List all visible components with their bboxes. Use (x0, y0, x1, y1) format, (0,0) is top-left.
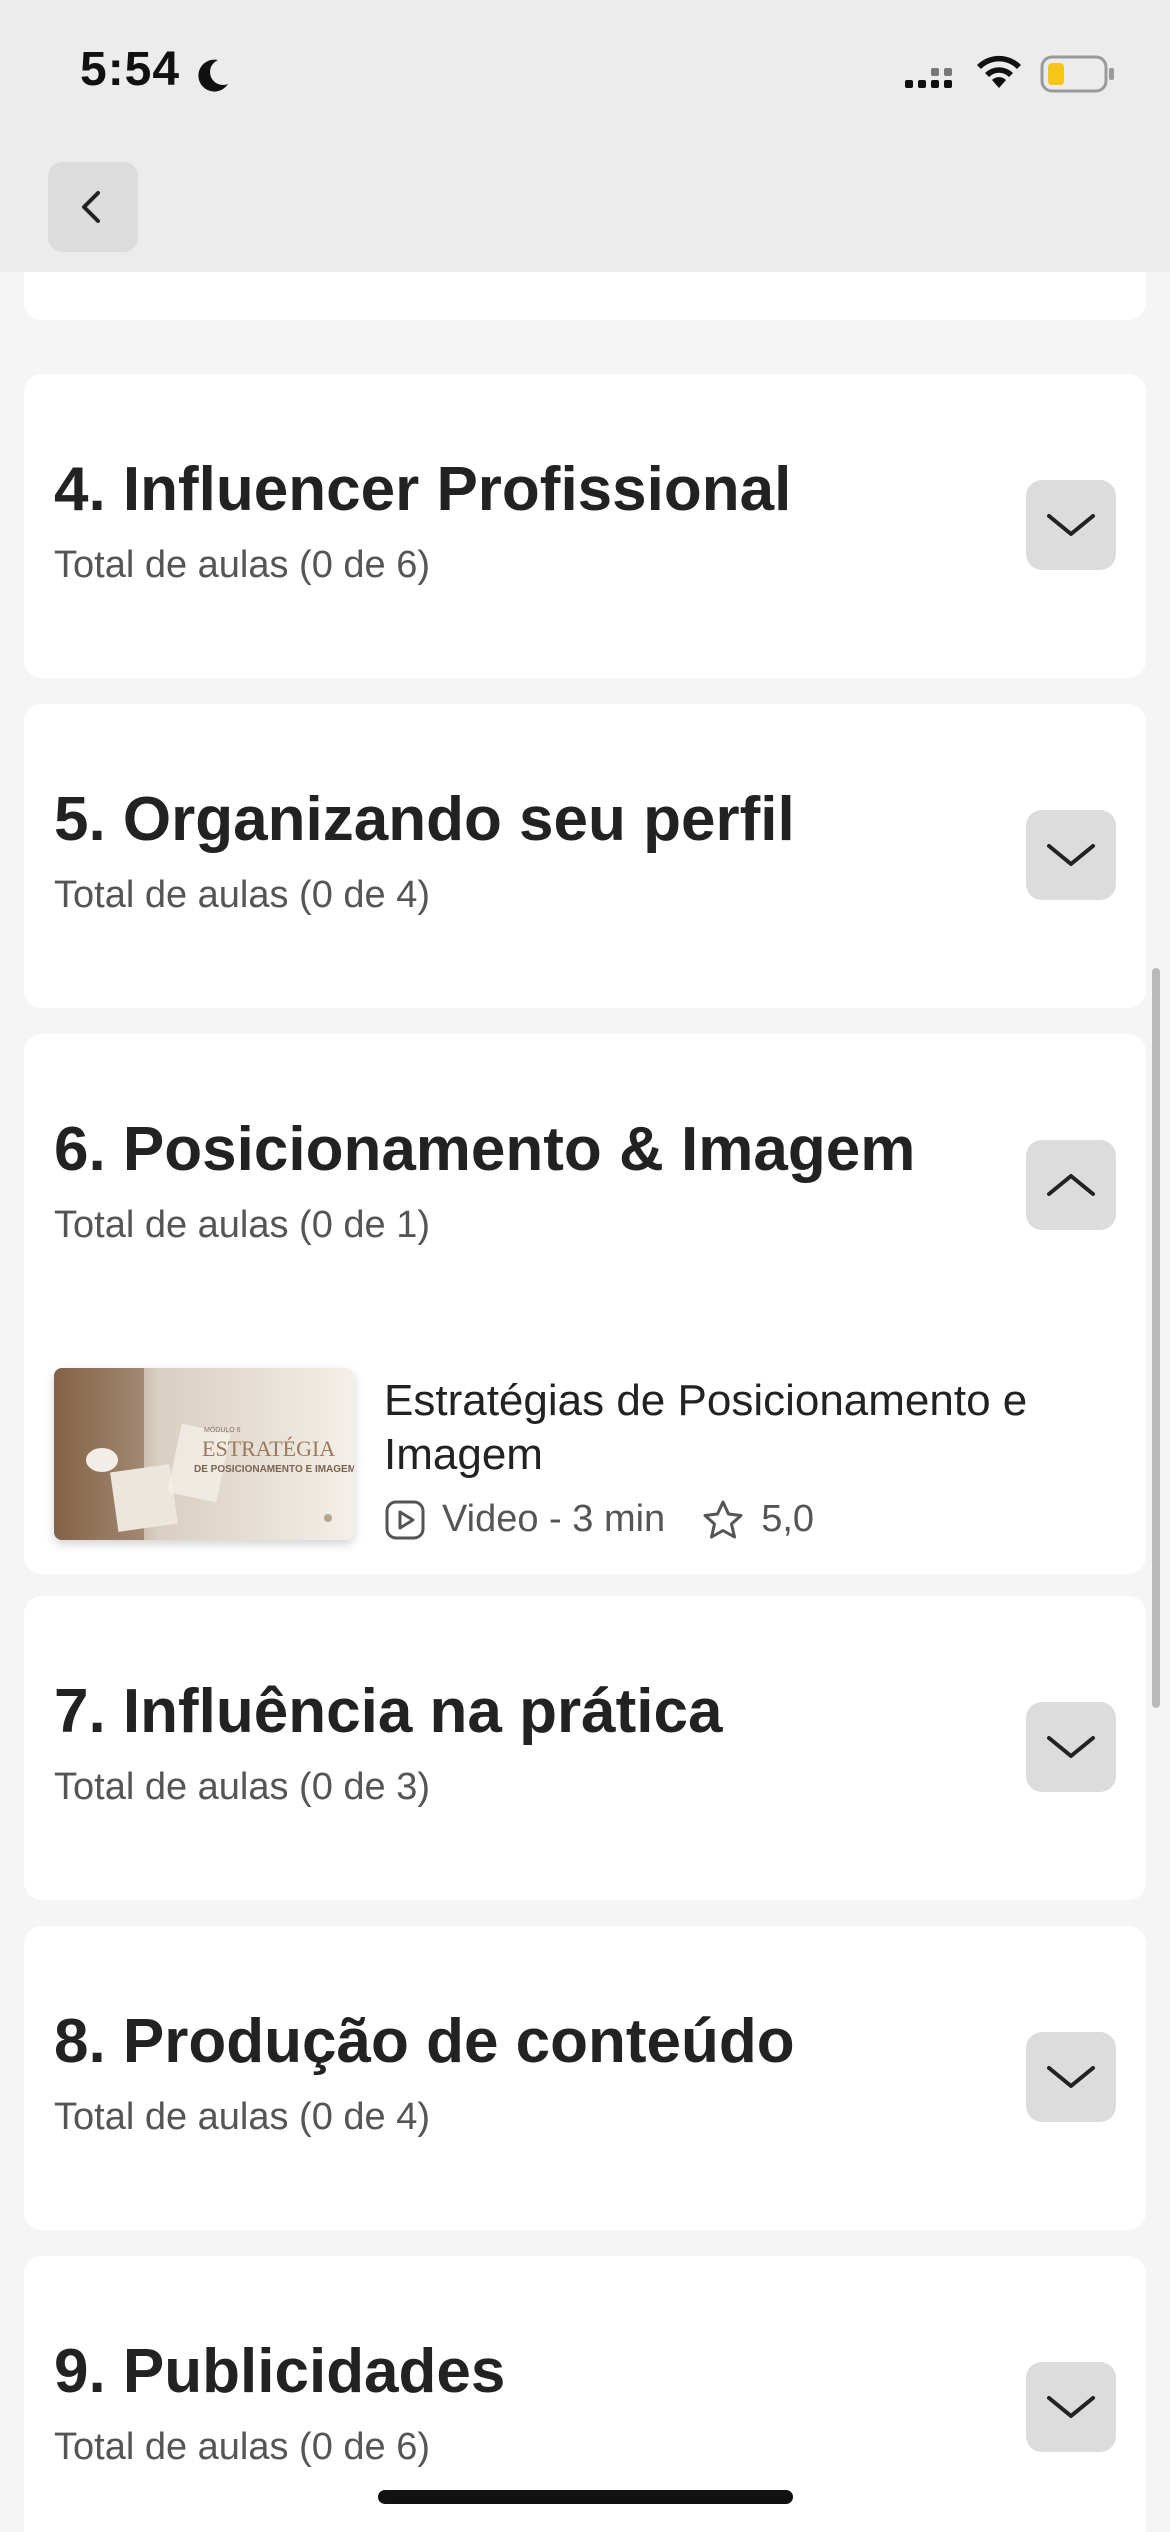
cellular-signal-icon (905, 68, 952, 88)
top-nav-bar (0, 150, 1170, 272)
status-bar: 5:54 (0, 0, 1170, 150)
thumbnail-subline: DE POSICIONAMENTO E IMAGEM (194, 1464, 354, 1475)
module-lesson-count: Total de aulas (0 de 3) (54, 1766, 431, 1808)
lesson-title: Estratégias de Posicionamento e Imagem (384, 1376, 1028, 1479)
module-lesson-count: Total de aulas (0 de 6) (54, 544, 431, 586)
expand-button[interactable] (1026, 480, 1116, 570)
module-list[interactable]: 4. Influencer Profissional Total de aula… (0, 272, 1170, 2532)
module-card-4[interactable]: 4. Influencer Profissional Total de aula… (24, 374, 1146, 678)
expand-button[interactable] (1026, 1702, 1116, 1792)
module-lesson-count: Total de aulas (0 de 1) (54, 1204, 431, 1246)
star-icon (703, 1500, 743, 1538)
lesson-thumbnail: MÓDULO 6 ESTRATÉGIA DE POSICIONAMENTO E … (54, 1368, 354, 1540)
module-card-8[interactable]: 8. Produção de conteúdo Total de aulas (… (24, 1926, 1146, 2230)
back-button[interactable] (48, 162, 138, 252)
module-card-6[interactable]: 6. Posicionamento & Imagem Total de aula… (24, 1034, 1146, 1338)
home-indicator[interactable] (378, 2490, 793, 2504)
module-title: 7. Influência na prática (54, 1677, 723, 1746)
expand-button[interactable] (1026, 810, 1116, 900)
chevron-down-icon (1047, 514, 1095, 536)
chevron-down-icon (1047, 2396, 1095, 2418)
module-title: 9. Publicidades (54, 2337, 506, 2406)
battery-icon (1040, 55, 1114, 93)
lesson-rating: 5,0 (761, 1498, 815, 1540)
thumbnail-kicker: MÓDULO 6 (204, 1425, 241, 1434)
lesson-meta: Video - 3 min 5,0 (384, 1498, 814, 1541)
chevron-left-icon (82, 191, 100, 223)
module-lesson-count: Total de aulas (0 de 4) (54, 2096, 431, 2138)
module-title: 6. Posicionamento & Imagem (54, 1115, 916, 1184)
expand-button[interactable] (1026, 2032, 1116, 2122)
chevron-down-icon (1047, 2066, 1095, 2088)
thumbnail-headline: ESTRATÉGIA (202, 1436, 335, 1461)
status-time: 5:54 (80, 43, 181, 96)
module-card-7[interactable]: 7. Influência na prática Total de aulas … (24, 1596, 1146, 1900)
module-title: 5. Organizando seu perfil (54, 785, 795, 854)
module-card-partial (24, 272, 1146, 320)
moon-icon (198, 59, 228, 92)
module-card-5[interactable]: 5. Organizando seu perfil Total de aulas… (24, 704, 1146, 1008)
lesson-item[interactable]: MÓDULO 6 ESTRATÉGIA DE POSICIONAMENTO E … (24, 1338, 1146, 1574)
video-play-icon (385, 1500, 425, 1539)
module-lesson-count: Total de aulas (0 de 4) (54, 874, 431, 916)
expand-button[interactable] (1026, 2362, 1116, 2452)
module-title: 8. Produção de conteúdo (54, 2007, 795, 2076)
module-lesson-count: Total de aulas (0 de 6) (54, 2426, 431, 2468)
chevron-down-icon (1047, 1736, 1095, 1758)
chevron-up-icon (1047, 1174, 1095, 1196)
wifi-icon (977, 55, 1021, 88)
chevron-down-icon (1047, 844, 1095, 866)
module-title: 4. Influencer Profissional (54, 455, 792, 524)
collapse-button[interactable] (1026, 1140, 1116, 1230)
lesson-type-duration: Video - 3 min (442, 1498, 666, 1540)
scrollbar[interactable] (1152, 968, 1160, 1708)
